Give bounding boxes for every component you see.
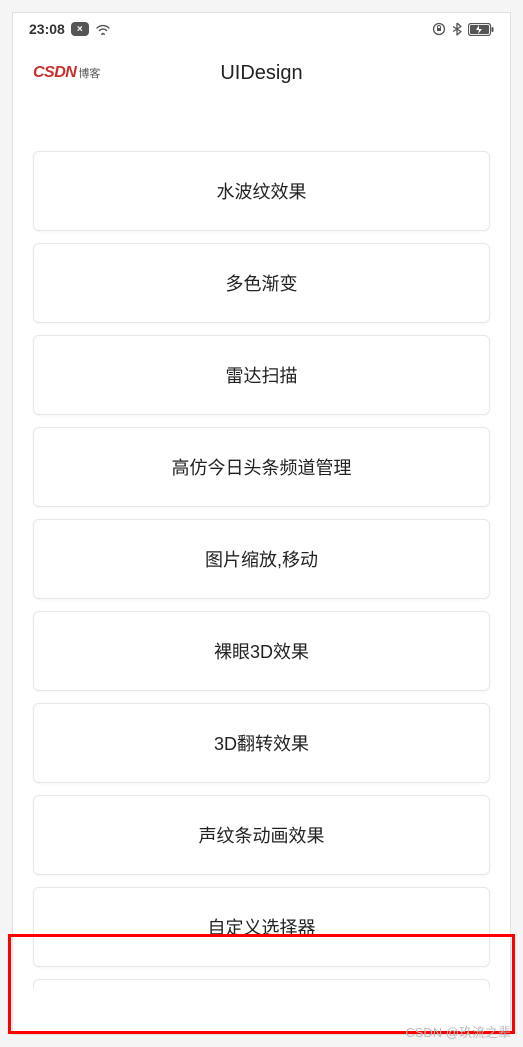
list-item[interactable]: 声纹条动画效果 <box>33 795 490 875</box>
list-item[interactable]: 自定义选择器 <box>33 887 490 967</box>
status-left: 23:08 × <box>29 21 111 37</box>
list-item-label: 高仿今日头条频道管理 <box>172 454 352 480</box>
list-item[interactable]: 3D翻转效果 <box>33 703 490 783</box>
list-item-label: 声纹条动画效果 <box>199 822 325 848</box>
status-right <box>432 22 494 36</box>
logo-sub-text: 博客 <box>78 65 100 81</box>
app-header: CSDN 博客 UIDesign <box>13 45 510 101</box>
lock-rotation-icon <box>432 22 446 36</box>
app-frame: 23:08 × CSDN 博客 UIDesign 水波纹效果 多色渐变 <box>12 12 511 1035</box>
wifi-icon <box>95 23 111 35</box>
list-item-partial[interactable] <box>33 979 490 989</box>
close-badge-icon: × <box>71 22 89 36</box>
list-item-label: 裸眼3D效果 <box>214 638 309 664</box>
status-time: 23:08 <box>29 21 65 37</box>
bluetooth-icon <box>452 22 462 36</box>
csdn-logo: CSDN 博客 <box>33 64 100 82</box>
list-item-label: 雷达扫描 <box>226 362 298 388</box>
list-item[interactable]: 图片缩放,移动 <box>33 519 490 599</box>
list-item[interactable]: 雷达扫描 <box>33 335 490 415</box>
list-item[interactable]: 水波纹效果 <box>33 151 490 231</box>
menu-list: 水波纹效果 多色渐变 雷达扫描 高仿今日头条频道管理 图片缩放,移动 裸眼3D效… <box>13 101 510 989</box>
logo-main-text: CSDN <box>33 64 76 82</box>
list-item-label: 3D翻转效果 <box>214 730 309 756</box>
list-item-label: 自定义选择器 <box>208 914 316 940</box>
list-item[interactable]: 高仿今日头条频道管理 <box>33 427 490 507</box>
page-title: UIDesign <box>220 62 302 85</box>
list-item-label: 水波纹效果 <box>217 178 307 204</box>
list-item-label: 多色渐变 <box>226 270 298 296</box>
status-bar: 23:08 × <box>13 13 510 45</box>
battery-charging-icon <box>468 23 494 36</box>
list-item-label: 图片缩放,移动 <box>205 546 318 572</box>
list-item[interactable]: 裸眼3D效果 <box>33 611 490 691</box>
watermark-text: CSDN @玖流之辈 <box>405 1022 511 1041</box>
list-item[interactable]: 多色渐变 <box>33 243 490 323</box>
